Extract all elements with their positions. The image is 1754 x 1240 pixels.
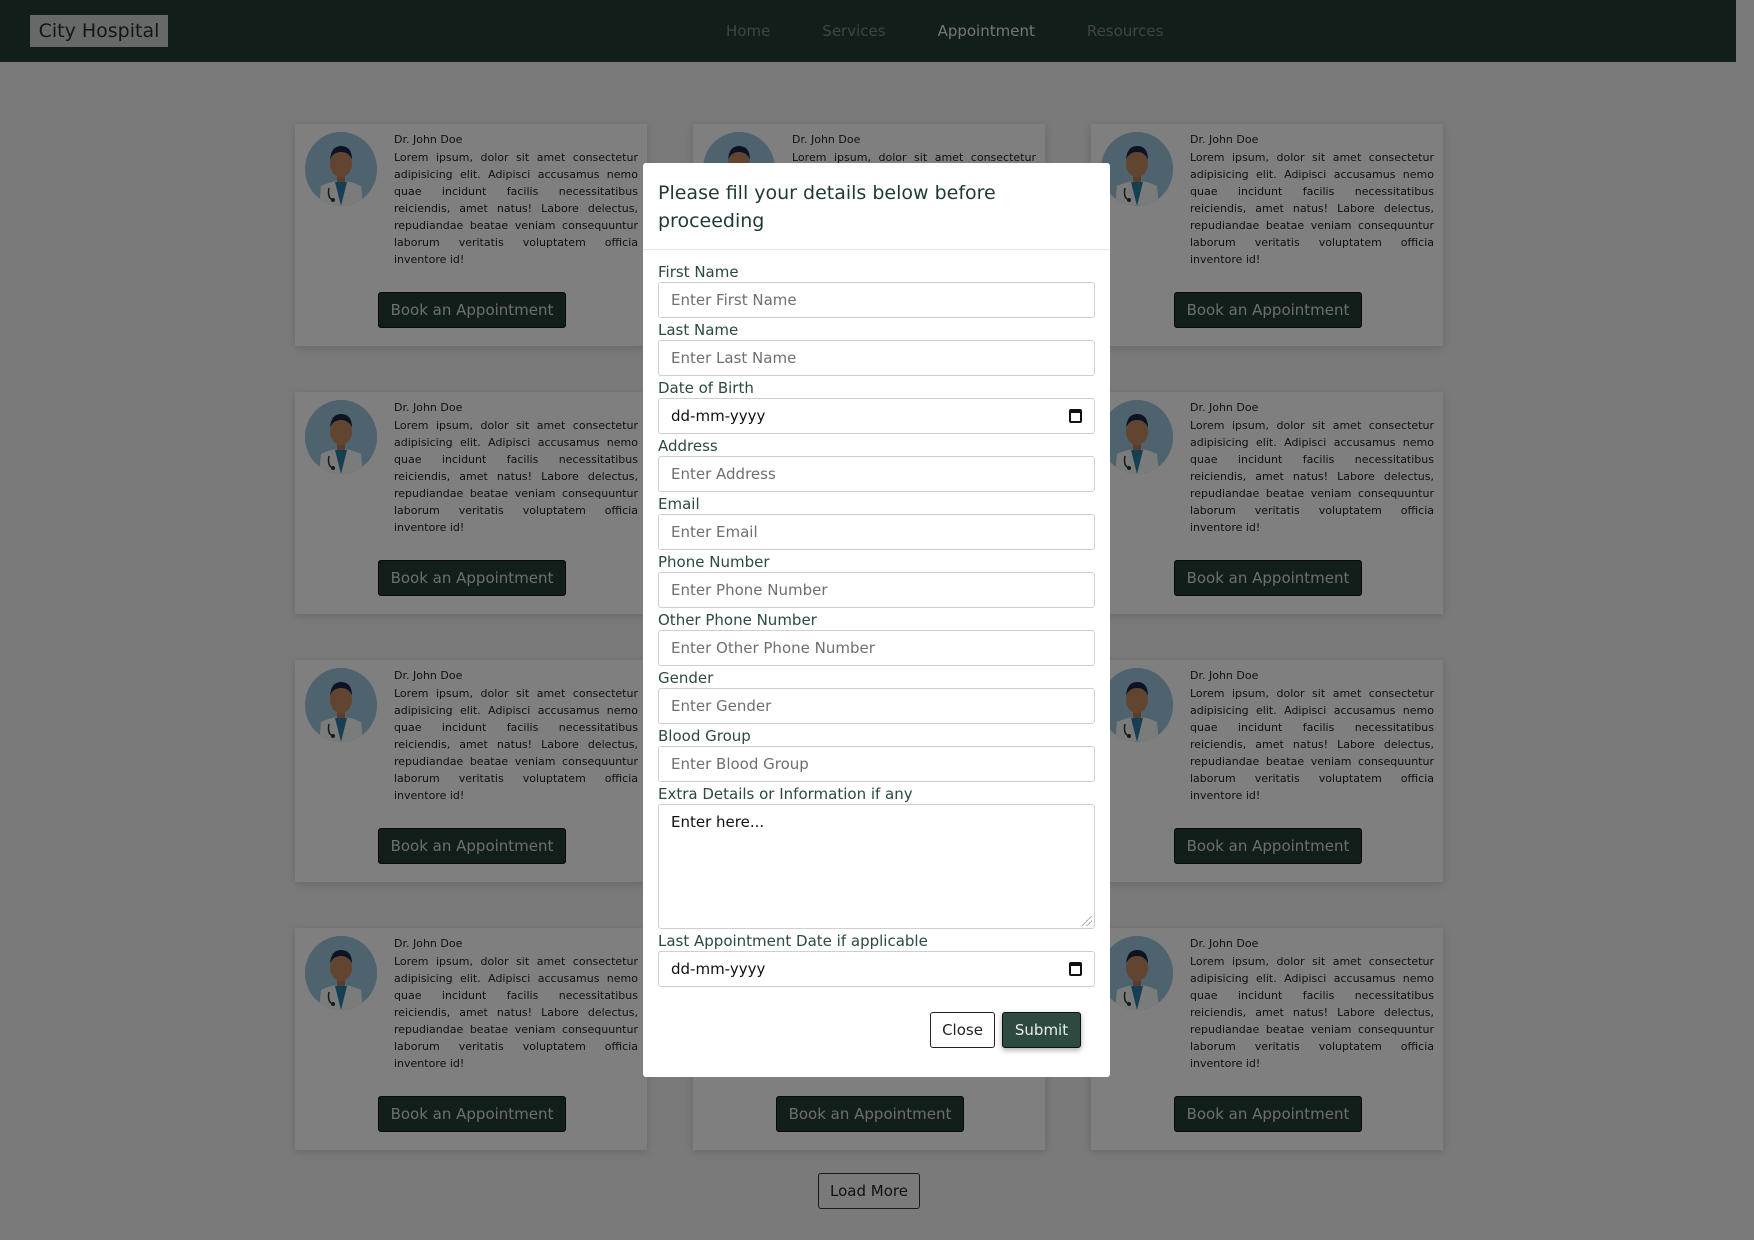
other-phone-label: Other Phone Number [658, 611, 817, 629]
modal-body: First Name Enter First Name Last Name En… [658, 262, 1095, 989]
first-name-input[interactable]: Enter First Name [658, 282, 1095, 318]
appointment-modal: Please fill your details below before pr… [643, 163, 1110, 1077]
first-name-label: First Name [658, 263, 739, 281]
extra-details-placeholder: Enter here... [671, 813, 765, 831]
last-name-label: Last Name [658, 321, 739, 339]
dob-input[interactable]: dd-mm-yyyy [658, 398, 1095, 434]
submit-button[interactable]: Submit [1002, 1012, 1081, 1048]
modal-header: Please fill your details below before pr… [643, 163, 1110, 250]
last-name-input[interactable]: Enter Last Name [658, 340, 1095, 376]
resize-handle-icon[interactable] [1082, 916, 1092, 926]
dob-value: dd-mm-yyyy [671, 407, 766, 425]
address-input[interactable]: Enter Address [658, 456, 1095, 492]
calendar-icon[interactable] [1069, 409, 1082, 423]
last-appointment-value: dd-mm-yyyy [671, 960, 766, 978]
blood-group-label: Blood Group [658, 727, 751, 745]
last-appointment-label: Last Appointment Date if applicable [658, 932, 928, 950]
gender-label: Gender [658, 669, 714, 687]
gender-input[interactable]: Enter Gender [658, 688, 1095, 724]
extra-details-textarea[interactable]: Enter here... [658, 804, 1095, 929]
email-label: Email [658, 495, 700, 513]
address-label: Address [658, 437, 718, 455]
phone-label: Phone Number [658, 553, 770, 571]
calendar-icon[interactable] [1069, 962, 1082, 976]
dob-label: Date of Birth [658, 379, 754, 397]
phone-input[interactable]: Enter Phone Number [658, 572, 1095, 608]
other-phone-input[interactable]: Enter Other Phone Number [658, 630, 1095, 666]
modal-title: Please fill your details below before pr… [658, 182, 996, 232]
extra-details-label: Extra Details or Information if any [658, 785, 913, 803]
close-button[interactable]: Close [930, 1012, 995, 1048]
email-input[interactable]: Enter Email [658, 514, 1095, 550]
last-appointment-input[interactable]: dd-mm-yyyy [658, 951, 1095, 987]
blood-group-input[interactable]: Enter Blood Group [658, 746, 1095, 782]
